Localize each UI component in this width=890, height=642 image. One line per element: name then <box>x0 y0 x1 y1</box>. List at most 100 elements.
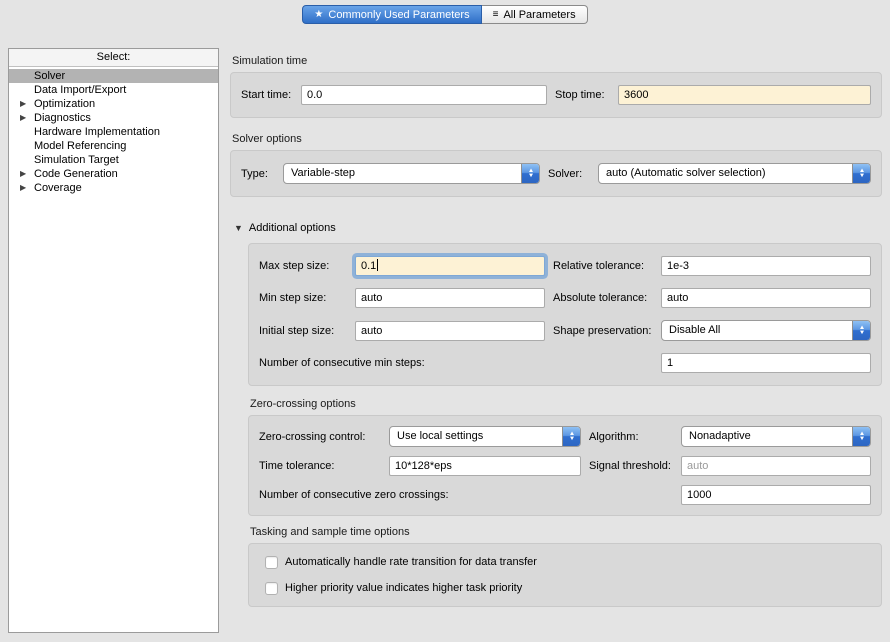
sidebar-list: Solver Data Import/Export ▶ Optimization… <box>9 67 218 195</box>
sidebar-item-simulation-target[interactable]: Simulation Target <box>9 153 218 167</box>
stop-time-value: 3600 <box>624 89 648 101</box>
simulation-time-title: Simulation time <box>232 55 882 68</box>
sidebar-item-data-import-export[interactable]: Data Import/Export <box>9 83 218 97</box>
expand-arrow-icon[interactable]: ▶ <box>20 181 26 195</box>
absolute-tolerance-value: auto <box>667 292 688 304</box>
relative-tolerance-input[interactable]: 1e-3 <box>661 256 871 276</box>
type-dropdown-value: Variable-step <box>284 164 521 183</box>
consecutive-zero-crossings-input[interactable]: 1000 <box>681 485 871 505</box>
higher-priority-checkbox[interactable] <box>265 582 278 595</box>
solver-pane: Simulation time Start time: 0.0 Stop tim… <box>230 48 882 607</box>
type-dropdown[interactable]: Variable-step ▲▼ <box>283 163 540 184</box>
dropdown-arrows-icon: ▲▼ <box>562 427 580 446</box>
sidebar-item-optimization[interactable]: ▶ Optimization <box>9 97 218 111</box>
tab-commonly-used-label: Commonly Used Parameters <box>328 9 469 21</box>
min-step-size-input[interactable]: auto <box>355 288 545 308</box>
min-step-size-value: auto <box>361 292 382 304</box>
time-tolerance-value: 10*128*eps <box>395 460 452 472</box>
consecutive-zero-crossings-label: Number of consecutive zero crossings: <box>259 489 673 501</box>
dropdown-arrows-icon: ▲▼ <box>852 321 870 340</box>
text-cursor <box>377 259 378 271</box>
sidebar-item-label: Optimization <box>34 98 95 110</box>
dropdown-arrows-icon: ▲▼ <box>852 164 870 183</box>
sidebar-item-label: Code Generation <box>34 168 118 180</box>
signal-threshold-value: auto <box>687 460 708 472</box>
sidebar-item-label: Model Referencing <box>34 140 126 152</box>
max-step-size-value: 0.1 <box>361 260 376 272</box>
additional-options-toggle[interactable]: ▼ Additional options <box>234 221 882 235</box>
sidebar-item-label: Simulation Target <box>34 154 119 166</box>
shape-preservation-label: Shape preservation: <box>553 325 653 337</box>
tasking-title: Tasking and sample time options <box>250 526 882 539</box>
sidebar-item-label: Diagnostics <box>34 112 91 124</box>
type-label: Type: <box>241 168 275 180</box>
min-step-size-label: Min step size: <box>259 292 347 304</box>
higher-priority-label: Higher priority value indicates higher t… <box>285 582 522 594</box>
zero-crossing-title: Zero-crossing options <box>250 398 882 411</box>
shape-preservation-value: Disable All <box>662 321 852 340</box>
zero-crossing-panel: Zero-crossing control: Use local setting… <box>248 415 882 516</box>
additional-options-panel: Max step size: 0.1 Relative tolerance: 1… <box>248 243 882 386</box>
max-step-size-input[interactable]: 0.1 <box>355 256 545 276</box>
algorithm-dropdown[interactable]: Nonadaptive ▲▼ <box>681 426 871 447</box>
signal-threshold-input[interactable]: auto <box>681 456 871 476</box>
stop-time-label: Stop time: <box>555 89 610 101</box>
tab-commonly-used-parameters[interactable]: ★ Commonly Used Parameters <box>302 5 481 24</box>
dropdown-arrows-icon: ▲▼ <box>521 164 539 183</box>
relative-tolerance-label: Relative tolerance: <box>553 260 653 272</box>
solver-dropdown-value: auto (Automatic solver selection) <box>599 164 852 183</box>
consecutive-min-steps-input[interactable]: 1 <box>661 353 871 373</box>
dropdown-arrows-icon: ▲▼ <box>852 427 870 446</box>
rate-transition-checkbox[interactable] <box>265 556 278 569</box>
star-icon: ★ <box>314 9 323 20</box>
algorithm-label: Algorithm: <box>589 431 673 443</box>
sidebar-item-label: Data Import/Export <box>34 84 126 96</box>
tasking-panel: Automatically handle rate transition for… <box>248 543 882 607</box>
relative-tolerance-value: 1e-3 <box>667 260 689 272</box>
shape-preservation-dropdown[interactable]: Disable All ▲▼ <box>661 320 871 341</box>
additional-options-title: Additional options <box>249 222 336 234</box>
sidebar-item-model-referencing[interactable]: Model Referencing <box>9 139 218 153</box>
simulation-time-panel: Start time: 0.0 Stop time: 3600 <box>230 72 882 118</box>
sidebar-item-hardware-implementation[interactable]: Hardware Implementation <box>9 125 218 139</box>
expand-arrow-icon[interactable]: ▶ <box>20 167 26 181</box>
solver-options-title: Solver options <box>232 133 882 146</box>
start-time-label: Start time: <box>241 89 293 101</box>
zero-crossing-control-label: Zero-crossing control: <box>259 431 381 443</box>
select-tree-panel: Select: Solver Data Import/Export ▶ Opti… <box>8 48 219 633</box>
consecutive-min-steps-value: 1 <box>667 357 673 369</box>
zero-crossing-control-dropdown[interactable]: Use local settings ▲▼ <box>389 426 581 447</box>
consecutive-min-steps-label: Number of consecutive min steps: <box>259 357 653 369</box>
sidebar-title: Select: <box>9 49 218 67</box>
sidebar-item-diagnostics[interactable]: ▶ Diagnostics <box>9 111 218 125</box>
algorithm-value: Nonadaptive <box>682 427 852 446</box>
solver-label: Solver: <box>548 168 590 180</box>
sidebar-item-solver[interactable]: Solver <box>9 69 218 83</box>
consecutive-zero-crossings-value: 1000 <box>687 489 711 501</box>
parameter-view-tabs: ★ Commonly Used Parameters ≡ All Paramet… <box>0 5 890 24</box>
stop-time-input[interactable]: 3600 <box>618 85 871 105</box>
tab-all-parameters[interactable]: ≡ All Parameters <box>482 5 588 24</box>
start-time-value: 0.0 <box>307 89 322 101</box>
start-time-input[interactable]: 0.0 <box>301 85 547 105</box>
sidebar-item-label: Solver <box>34 70 65 82</box>
sidebar-item-code-generation[interactable]: ▶ Code Generation <box>9 167 218 181</box>
rate-transition-label: Automatically handle rate transition for… <box>285 556 537 568</box>
sidebar-item-coverage[interactable]: ▶ Coverage <box>9 181 218 195</box>
time-tolerance-label: Time tolerance: <box>259 460 381 472</box>
initial-step-size-input[interactable]: auto <box>355 321 545 341</box>
expand-arrow-icon[interactable]: ▶ <box>20 97 26 111</box>
max-step-size-label: Max step size: <box>259 260 347 272</box>
sidebar-item-label: Hardware Implementation <box>34 126 160 138</box>
absolute-tolerance-input[interactable]: auto <box>661 288 871 308</box>
signal-threshold-label: Signal threshold: <box>589 460 673 472</box>
sidebar-item-label: Coverage <box>34 182 82 194</box>
solver-dropdown[interactable]: auto (Automatic solver selection) ▲▼ <box>598 163 871 184</box>
initial-step-size-value: auto <box>361 325 382 337</box>
tab-all-parameters-label: All Parameters <box>503 9 575 21</box>
time-tolerance-input[interactable]: 10*128*eps <box>389 456 581 476</box>
solver-options-panel: Type: Variable-step ▲▼ Solver: auto (Aut… <box>230 150 882 197</box>
initial-step-size-label: Initial step size: <box>259 325 347 337</box>
expand-arrow-icon[interactable]: ▶ <box>20 111 26 125</box>
collapse-arrow-icon[interactable]: ▼ <box>234 223 243 233</box>
